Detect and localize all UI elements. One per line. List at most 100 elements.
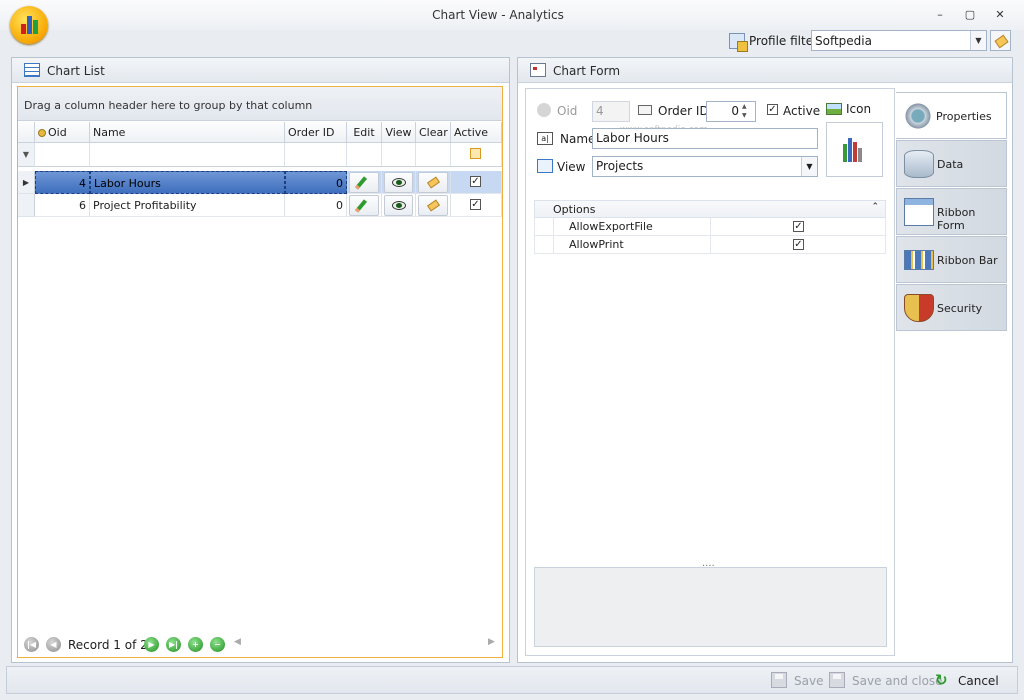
save-and-close-button[interactable]: Save and close [852,674,943,688]
collapse-icon[interactable]: ⌃ [871,202,879,212]
table-row[interactable]: 6 Project Profitability 0 ✓ [18,194,502,217]
profile-filter-select[interactable]: Softpedia ▼ [811,30,987,51]
tab-ribbon-bar[interactable]: Ribbon Bar [896,236,1007,283]
column-header-edit[interactable]: Edit [347,122,382,143]
cell-oid[interactable]: 4 [35,171,90,194]
filter-cell-view [382,143,416,167]
save-button[interactable]: Save [794,674,823,688]
tab-label: Ribbon Form [937,206,976,232]
name-field[interactable]: Labor Hours [592,128,818,149]
clear-button[interactable] [418,172,448,193]
add-record-button[interactable]: + [188,637,203,652]
view-select[interactable]: Projects ▼ [592,156,818,177]
first-icon: |◀ [26,640,37,649]
footer-bar: Save Save and close ↻ Cancel [6,666,1018,694]
column-header-clear[interactable]: Clear [416,122,451,143]
pencil-icon [354,199,368,213]
last-icon: ▶| [168,640,179,649]
options-group-header[interactable]: Options ⌃ [534,200,886,218]
tab-data[interactable]: Data [896,140,1007,187]
form-icon [530,63,546,77]
close-button[interactable]: ✕ [990,6,1010,24]
group-hint: Drag a column header here to group by th… [24,99,313,112]
undo-arrow-icon: ↻ [935,671,948,689]
cancel-button[interactable]: Cancel [958,674,999,688]
column-header-order-id[interactable]: Order ID [285,122,347,143]
cell-order-id[interactable]: 0 [285,171,347,194]
option-row[interactable]: AllowPrint ✓ [534,236,886,254]
view-button[interactable] [384,195,413,216]
column-header-view[interactable]: View [382,122,416,143]
group-panel[interactable]: Drag a column header here to group by th… [18,87,502,121]
chart-form-title: Chart Form [553,64,621,78]
chevron-down-icon[interactable]: ▼ [970,31,986,50]
clear-button[interactable] [418,195,448,216]
filter-cell-active[interactable] [451,143,502,167]
icon-label: Icon [846,102,872,116]
database-icon [904,150,934,178]
active-checkbox[interactable]: ✓ [470,176,481,187]
option-row[interactable]: AllowExportFile ✓ [534,218,886,236]
cell-name[interactable]: Labor Hours [90,171,285,194]
active-checkbox[interactable]: ✓ [470,199,481,210]
pencil-icon [354,176,368,190]
filter-cell-name[interactable] [90,143,285,167]
filter-cell-oid[interactable] [35,143,90,167]
column-header-name[interactable]: Name [90,122,285,143]
cell-name[interactable]: Project Profitability [90,194,285,217]
save-close-disk-icon [829,672,845,688]
option-checkbox[interactable]: ✓ [793,221,804,232]
grid-icon [24,63,40,77]
scroll-right-icon[interactable]: ▶ [488,637,495,647]
order-id-stepper[interactable]: 0 [706,101,756,122]
cell-oid[interactable]: 6 [35,194,90,217]
active-checkbox[interactable]: ✓ [767,104,778,115]
column-header-oid[interactable]: Oid [35,122,90,143]
edit-button[interactable] [349,195,379,216]
active-label: Active [783,104,821,118]
tab-properties[interactable]: Properties [896,92,1007,139]
edit-button[interactable] [349,172,379,193]
order-id-icon [638,105,652,115]
option-checkbox[interactable]: ✓ [793,239,804,250]
maximize-button[interactable]: ▢ [960,6,980,24]
row-indicator: ▶ [18,171,35,194]
filter-cell-clear [416,143,451,167]
save-disk-icon [771,672,787,688]
previous-icon: ◀ [50,640,57,649]
row-indicator [18,194,35,217]
first-record-button[interactable]: |◀ [24,637,39,652]
filter-cell-order-id[interactable] [285,143,347,167]
option-name: AllowExportFile [553,218,711,235]
oid-field: 4 [592,101,630,122]
view-button[interactable] [384,172,413,193]
name-field-icon: a| [537,132,553,145]
cell-clear [416,194,451,217]
gear-icon [903,102,933,130]
filter-cell-edit [347,143,382,167]
chart-icon-preview[interactable] [826,122,883,177]
next-record-button[interactable]: ▶ [144,637,159,652]
eraser-icon [426,199,441,212]
view-field-icon [537,159,553,173]
table-row[interactable]: ▶ 4 Labor Hours 0 ✓ [18,171,502,194]
clear-filter-button[interactable] [990,30,1011,51]
key-icon [537,103,551,117]
chevron-down-icon[interactable]: ▼ [801,157,817,176]
last-record-button[interactable]: ▶| [166,637,181,652]
cell-order-id[interactable]: 0 [285,194,347,217]
tab-security[interactable]: Security [896,284,1007,331]
minimize-button[interactable]: – [930,6,950,24]
scroll-left-icon[interactable]: ◀ [234,637,241,647]
description-panel [534,567,887,647]
filter-icon: ▼ [18,143,35,167]
previous-record-button[interactable]: ◀ [46,637,61,652]
tab-ribbon-form[interactable]: Ribbon Form [896,188,1007,235]
chart-grid: Drag a column header here to group by th… [17,86,503,658]
delete-record-button[interactable]: − [210,637,225,652]
spin-arrows-icon[interactable]: ▲ ▼ [742,102,747,120]
option-name: AllowPrint [553,236,711,253]
filter-active-checkbox[interactable] [470,148,481,159]
column-header-active[interactable]: Active [451,122,502,143]
profile-filter-value: Softpedia [815,34,872,48]
